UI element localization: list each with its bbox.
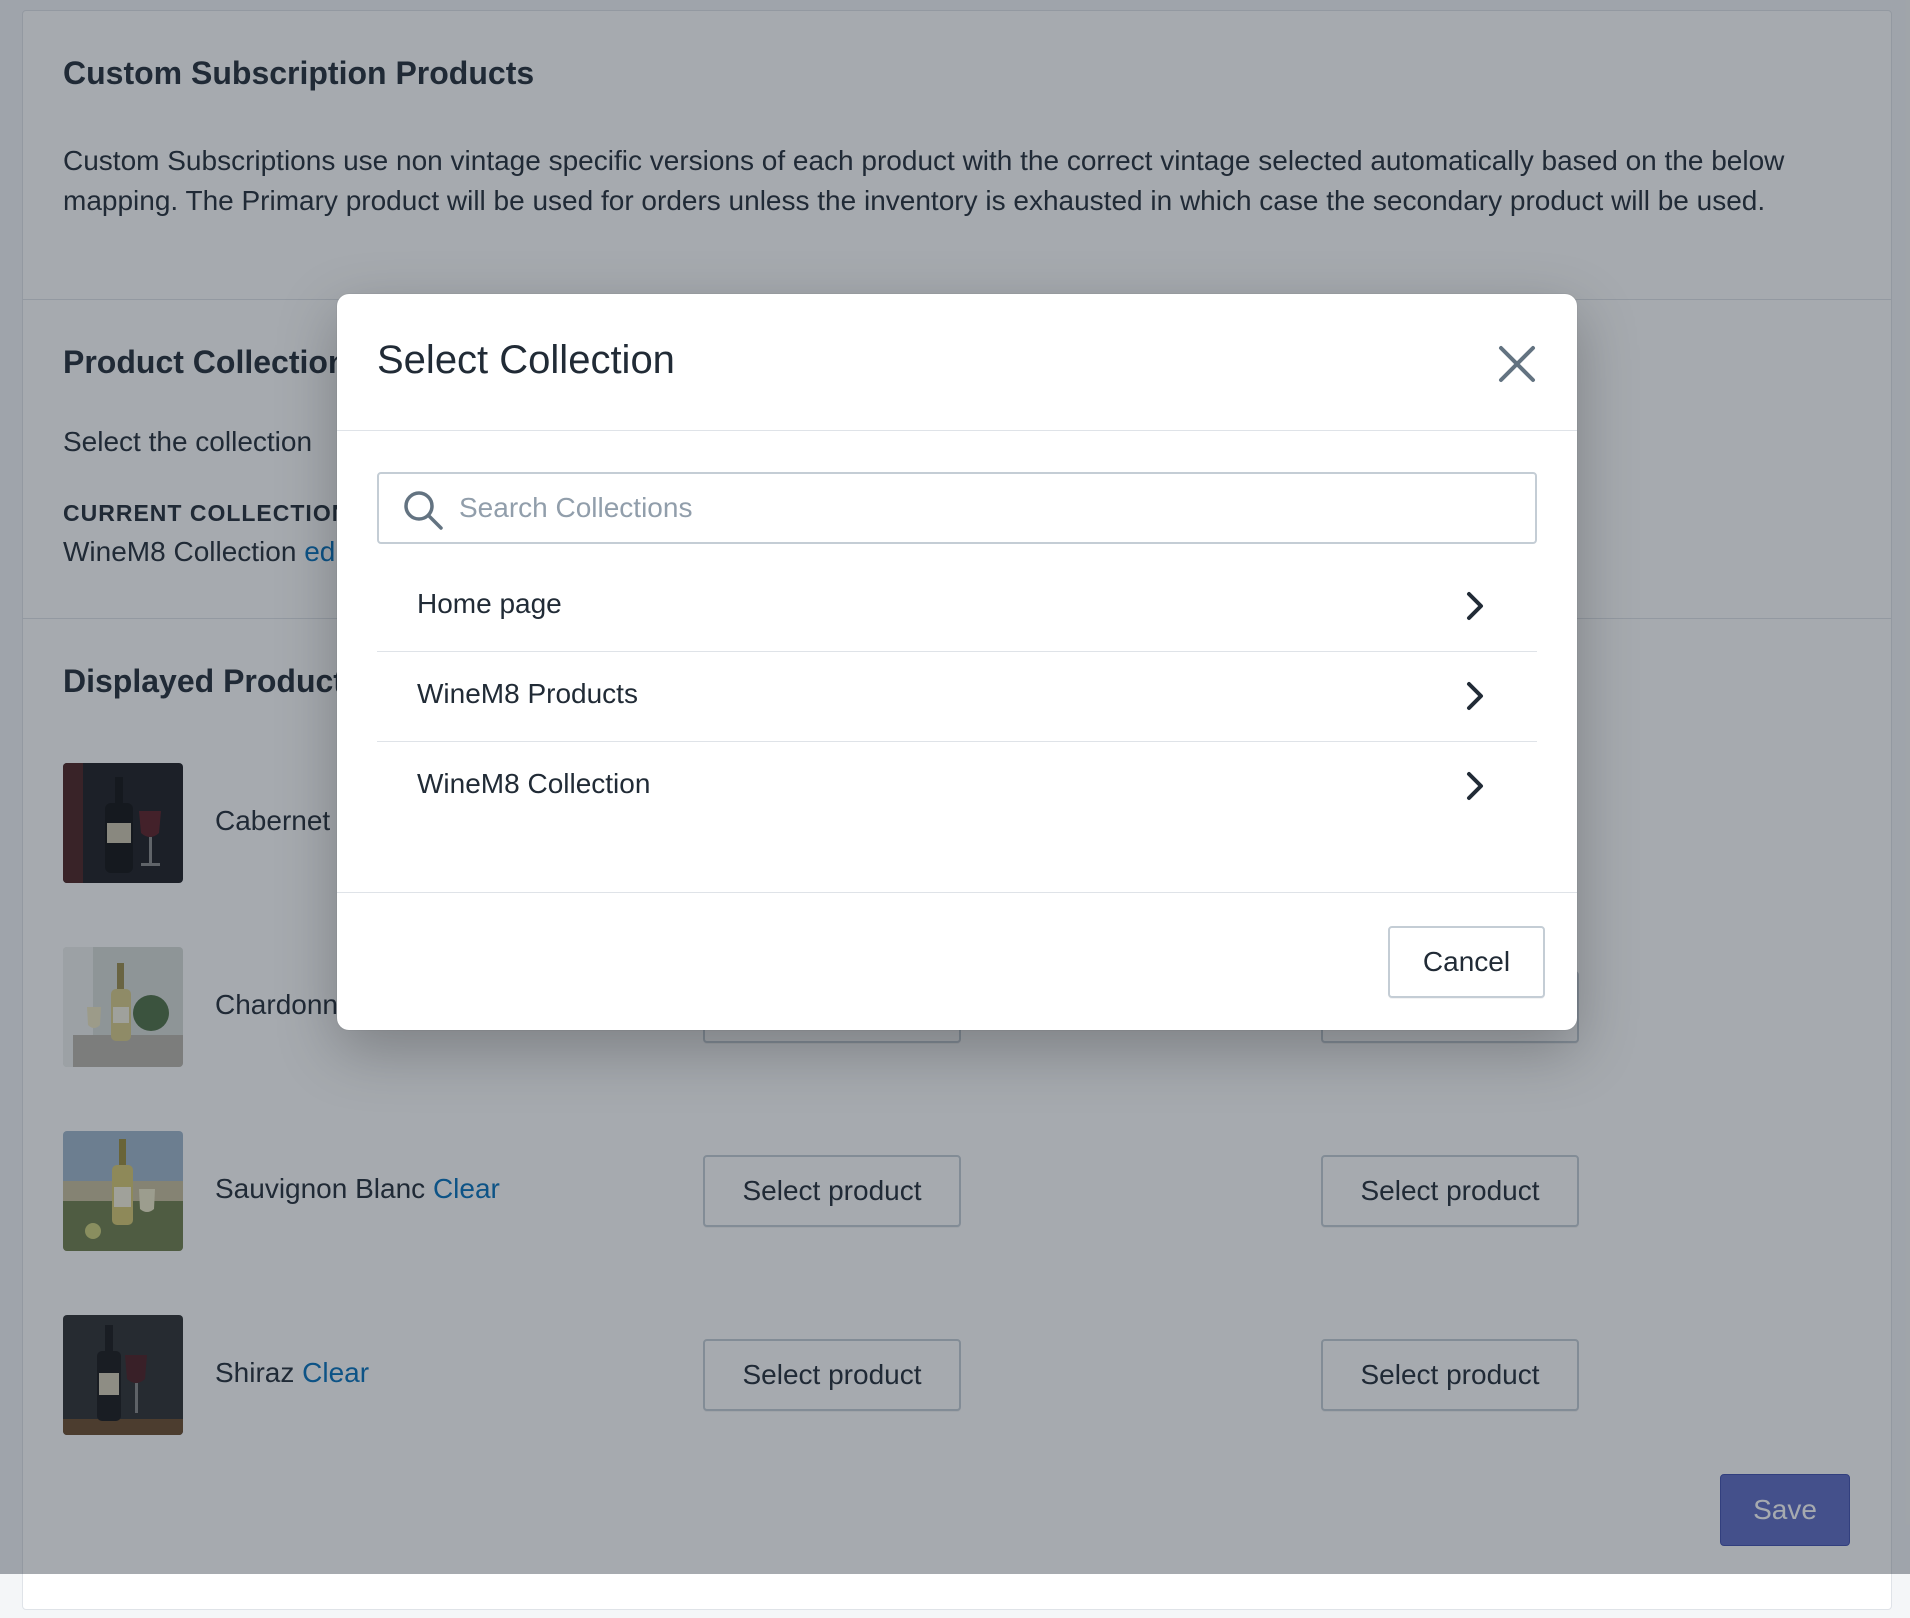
collection-item-winem8-products[interactable]: WineM8 Products xyxy=(377,652,1537,742)
chevron-right-icon xyxy=(1457,678,1493,714)
search-icon xyxy=(401,488,445,532)
collection-item-home-page[interactable]: Home page xyxy=(377,562,1537,652)
chevron-right-icon xyxy=(1457,588,1493,624)
select-collection-modal: Select Collection Home page WineM8 Produ… xyxy=(337,294,1577,1030)
collection-label: WineM8 Collection xyxy=(417,768,651,799)
search-field[interactable] xyxy=(377,472,1537,544)
close-icon[interactable] xyxy=(1487,334,1547,394)
modal-header: Select Collection xyxy=(337,294,1577,431)
cancel-button[interactable]: Cancel xyxy=(1388,926,1545,998)
search-input[interactable] xyxy=(459,474,1519,542)
modal-footer: Cancel xyxy=(337,892,1577,1030)
chevron-right-icon xyxy=(1457,768,1493,804)
collection-item-winem8-collection[interactable]: WineM8 Collection xyxy=(377,742,1537,832)
collection-list: Home page WineM8 Products WineM8 Collect… xyxy=(377,562,1537,832)
collection-label: Home page xyxy=(417,588,562,619)
modal-title: Select Collection xyxy=(377,338,675,382)
collection-label: WineM8 Products xyxy=(417,678,638,709)
